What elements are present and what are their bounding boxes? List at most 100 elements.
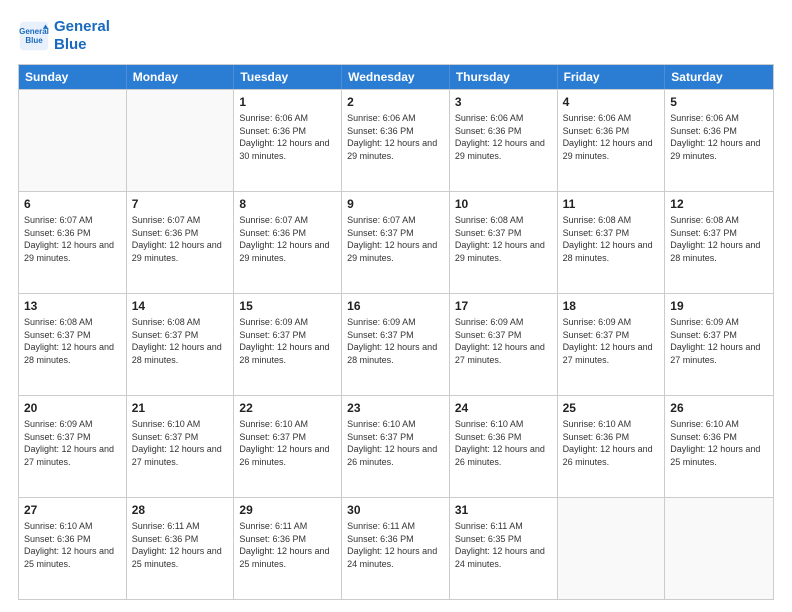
cal-cell: 2 Sunrise: 6:06 AM Sunset: 6:36 PM Daylig… — [342, 90, 450, 191]
day-number: 21 — [132, 400, 229, 416]
cell-detail: Sunrise: 6:10 AM Sunset: 6:37 PM Dayligh… — [132, 418, 229, 468]
cal-cell: 9 Sunrise: 6:07 AM Sunset: 6:37 PM Daylig… — [342, 192, 450, 293]
cal-cell: 18 Sunrise: 6:09 AM Sunset: 6:37 PM Dayli… — [558, 294, 666, 395]
cell-detail: Sunrise: 6:07 AM Sunset: 6:36 PM Dayligh… — [239, 214, 336, 264]
day-header-monday: Monday — [127, 65, 235, 89]
week-row-3: 13Sunrise: 6:08 AM Sunset: 6:37 PM Dayli… — [19, 293, 773, 395]
cal-cell: 3 Sunrise: 6:06 AM Sunset: 6:36 PM Daylig… — [450, 90, 558, 191]
cal-cell: 16Sunrise: 6:09 AM Sunset: 6:37 PM Dayli… — [342, 294, 450, 395]
cell-detail: Sunrise: 6:09 AM Sunset: 6:37 PM Dayligh… — [563, 316, 660, 366]
cal-cell: 24Sunrise: 6:10 AM Sunset: 6:36 PM Dayli… — [450, 396, 558, 497]
cell-detail: Sunrise: 6:09 AM Sunset: 6:37 PM Dayligh… — [24, 418, 121, 468]
cell-detail: Sunrise: 6:09 AM Sunset: 6:37 PM Dayligh… — [239, 316, 336, 366]
calendar-body: 1 Sunrise: 6:06 AM Sunset: 6:36 PM Daylig… — [19, 89, 773, 599]
calendar: SundayMondayTuesdayWednesdayThursdayFrid… — [18, 64, 774, 600]
cal-cell: 28Sunrise: 6:11 AM Sunset: 6:36 PM Dayli… — [127, 498, 235, 599]
week-row-4: 20 Sunrise: 6:09 AM Sunset: 6:37 PM Dayli… — [19, 395, 773, 497]
day-header-thursday: Thursday — [450, 65, 558, 89]
cell-detail: Sunrise: 6:10 AM Sunset: 6:36 PM Dayligh… — [563, 418, 660, 468]
day-number: 11 — [563, 196, 660, 212]
cell-detail: Sunrise: 6:10 AM Sunset: 6:36 PM Dayligh… — [455, 418, 552, 468]
cal-cell — [19, 90, 127, 191]
cell-detail: Sunrise: 6:08 AM Sunset: 6:37 PM Dayligh… — [563, 214, 660, 264]
cal-cell: 11 Sunrise: 6:08 AM Sunset: 6:37 PM Dayli… — [558, 192, 666, 293]
calendar-header: SundayMondayTuesdayWednesdayThursdayFrid… — [19, 65, 773, 89]
cal-cell: 27 Sunrise: 6:10 AM Sunset: 6:36 PM Dayli… — [19, 498, 127, 599]
header: General Blue General Blue — [18, 18, 774, 54]
cell-detail: Sunrise: 6:08 AM Sunset: 6:37 PM Dayligh… — [670, 214, 768, 264]
cal-cell: 23Sunrise: 6:10 AM Sunset: 6:37 PM Dayli… — [342, 396, 450, 497]
cal-cell: 21 Sunrise: 6:10 AM Sunset: 6:37 PM Dayli… — [127, 396, 235, 497]
cal-cell: 8Sunrise: 6:07 AM Sunset: 6:36 PM Daylig… — [234, 192, 342, 293]
cal-cell: 31Sunrise: 6:11 AM Sunset: 6:35 PM Dayli… — [450, 498, 558, 599]
day-number: 2 — [347, 94, 444, 110]
cell-detail: Sunrise: 6:06 AM Sunset: 6:36 PM Dayligh… — [455, 112, 552, 162]
day-header-tuesday: Tuesday — [234, 65, 342, 89]
cell-detail: Sunrise: 6:10 AM Sunset: 6:36 PM Dayligh… — [24, 520, 121, 570]
day-header-wednesday: Wednesday — [342, 65, 450, 89]
day-number: 3 — [455, 94, 552, 110]
day-number: 6 — [24, 196, 121, 212]
cell-detail: Sunrise: 6:07 AM Sunset: 6:36 PM Dayligh… — [24, 214, 121, 264]
cal-cell: 17 Sunrise: 6:09 AM Sunset: 6:37 PM Dayli… — [450, 294, 558, 395]
day-header-friday: Friday — [558, 65, 666, 89]
week-row-2: 6 Sunrise: 6:07 AM Sunset: 6:36 PM Daylig… — [19, 191, 773, 293]
day-number: 31 — [455, 502, 552, 518]
cell-detail: Sunrise: 6:08 AM Sunset: 6:37 PM Dayligh… — [132, 316, 229, 366]
day-header-saturday: Saturday — [665, 65, 773, 89]
cell-detail: Sunrise: 6:11 AM Sunset: 6:36 PM Dayligh… — [239, 520, 336, 570]
day-number: 20 — [24, 400, 121, 416]
day-number: 17 — [455, 298, 552, 314]
day-number: 9 — [347, 196, 444, 212]
cal-cell: 1Sunrise: 6:06 AM Sunset: 6:36 PM Daylig… — [234, 90, 342, 191]
cell-detail: Sunrise: 6:10 AM Sunset: 6:36 PM Dayligh… — [670, 418, 768, 468]
day-number: 1 — [239, 94, 336, 110]
cell-detail: Sunrise: 6:06 AM Sunset: 6:36 PM Dayligh… — [347, 112, 444, 162]
cal-cell — [127, 90, 235, 191]
cal-cell: 20 Sunrise: 6:09 AM Sunset: 6:37 PM Dayli… — [19, 396, 127, 497]
logo: General Blue General Blue — [18, 18, 110, 54]
day-number: 29 — [239, 502, 336, 518]
day-number: 5 — [670, 94, 768, 110]
cell-detail: Sunrise: 6:11 AM Sunset: 6:36 PM Dayligh… — [347, 520, 444, 570]
cell-detail: Sunrise: 6:07 AM Sunset: 6:37 PM Dayligh… — [347, 214, 444, 264]
cell-detail: Sunrise: 6:08 AM Sunset: 6:37 PM Dayligh… — [455, 214, 552, 264]
cal-cell: 14 Sunrise: 6:08 AM Sunset: 6:37 PM Dayli… — [127, 294, 235, 395]
day-number: 19 — [670, 298, 768, 314]
page: General Blue General Blue SundayMondayTu… — [0, 0, 792, 612]
day-number: 18 — [563, 298, 660, 314]
cal-cell: 10 Sunrise: 6:08 AM Sunset: 6:37 PM Dayli… — [450, 192, 558, 293]
cell-detail: Sunrise: 6:09 AM Sunset: 6:37 PM Dayligh… — [670, 316, 768, 366]
cal-cell: 22Sunrise: 6:10 AM Sunset: 6:37 PM Dayli… — [234, 396, 342, 497]
day-number: 14 — [132, 298, 229, 314]
day-header-sunday: Sunday — [19, 65, 127, 89]
day-number: 30 — [347, 502, 444, 518]
week-row-5: 27 Sunrise: 6:10 AM Sunset: 6:36 PM Dayli… — [19, 497, 773, 599]
cal-cell: 19 Sunrise: 6:09 AM Sunset: 6:37 PM Dayli… — [665, 294, 773, 395]
cell-detail: Sunrise: 6:09 AM Sunset: 6:37 PM Dayligh… — [455, 316, 552, 366]
cal-cell: 7Sunrise: 6:07 AM Sunset: 6:36 PM Daylig… — [127, 192, 235, 293]
day-number: 7 — [132, 196, 229, 212]
cal-cell: 6 Sunrise: 6:07 AM Sunset: 6:36 PM Daylig… — [19, 192, 127, 293]
cal-cell: 30 Sunrise: 6:11 AM Sunset: 6:36 PM Dayli… — [342, 498, 450, 599]
cell-detail: Sunrise: 6:10 AM Sunset: 6:37 PM Dayligh… — [347, 418, 444, 468]
day-number: 16 — [347, 298, 444, 314]
cell-detail: Sunrise: 6:08 AM Sunset: 6:37 PM Dayligh… — [24, 316, 121, 366]
day-number: 28 — [132, 502, 229, 518]
svg-text:Blue: Blue — [25, 36, 43, 45]
cal-cell: 25Sunrise: 6:10 AM Sunset: 6:36 PM Dayli… — [558, 396, 666, 497]
cell-detail: Sunrise: 6:06 AM Sunset: 6:36 PM Dayligh… — [670, 112, 768, 162]
cal-cell: 13Sunrise: 6:08 AM Sunset: 6:37 PM Dayli… — [19, 294, 127, 395]
cal-cell: 5 Sunrise: 6:06 AM Sunset: 6:36 PM Daylig… — [665, 90, 773, 191]
day-number: 27 — [24, 502, 121, 518]
cal-cell — [665, 498, 773, 599]
day-number: 10 — [455, 196, 552, 212]
cal-cell: 4 Sunrise: 6:06 AM Sunset: 6:36 PM Daylig… — [558, 90, 666, 191]
cal-cell: 29 Sunrise: 6:11 AM Sunset: 6:36 PM Dayli… — [234, 498, 342, 599]
cell-detail: Sunrise: 6:06 AM Sunset: 6:36 PM Dayligh… — [563, 112, 660, 162]
day-number: 4 — [563, 94, 660, 110]
day-number: 22 — [239, 400, 336, 416]
day-number: 26 — [670, 400, 768, 416]
day-number: 15 — [239, 298, 336, 314]
week-row-1: 1 Sunrise: 6:06 AM Sunset: 6:36 PM Daylig… — [19, 89, 773, 191]
